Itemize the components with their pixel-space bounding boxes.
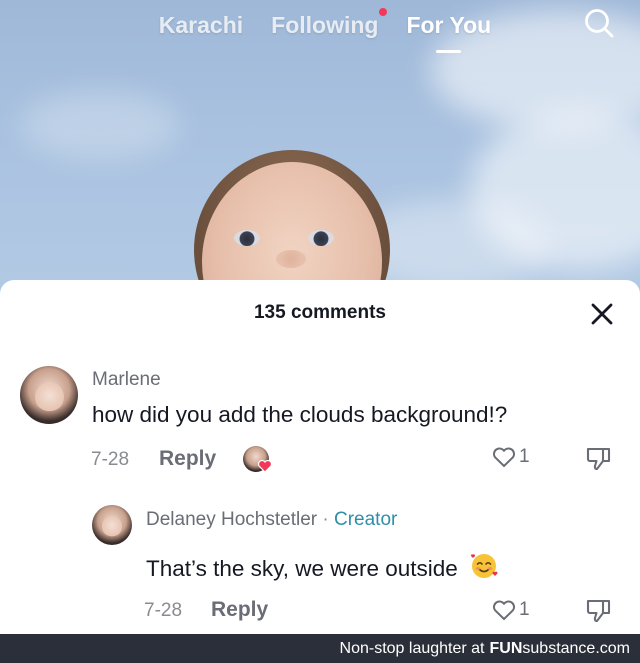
smiling-face-with-hearts-icon xyxy=(471,554,498,578)
tab-for-you[interactable]: For You xyxy=(406,12,491,53)
watermark-caption: Non-stop laughter at xyxy=(339,639,485,657)
watermark-brand-rest: substance.com xyxy=(522,639,630,657)
tab-karachi[interactable]: Karachi xyxy=(159,12,243,39)
avatar[interactable] xyxy=(92,505,132,545)
like-count: 1 xyxy=(519,599,530,620)
like-button[interactable]: 1 xyxy=(491,598,530,622)
heart-icon xyxy=(257,459,273,473)
like-button[interactable]: 1 xyxy=(491,445,530,469)
like-count: 1 xyxy=(519,446,530,467)
watermark-footer: Non-stop laughter at FUN substance.com xyxy=(0,634,640,663)
tab-following[interactable]: Following xyxy=(271,7,388,39)
comment-count: 135 comments xyxy=(253,302,386,323)
notification-dot xyxy=(379,7,388,16)
comments-header: 135 comments xyxy=(0,280,640,348)
search-icon[interactable] xyxy=(582,6,616,40)
tab-following-label: Following xyxy=(271,11,379,38)
reply-text-body: That’s the sky, we were outside xyxy=(146,556,458,581)
creator-badge: Creator xyxy=(333,509,398,530)
comment-date: 7-28 xyxy=(91,449,130,470)
feed-tabs: Karachi Following For You xyxy=(159,7,491,53)
reply-button[interactable]: Reply xyxy=(159,447,216,471)
top-navigation: Karachi Following For You xyxy=(0,0,640,53)
close-icon[interactable] xyxy=(588,300,616,328)
separator: · xyxy=(322,509,329,530)
heart-outline-icon xyxy=(493,447,515,467)
reply-button[interactable]: Reply xyxy=(211,598,268,622)
heart-outline-icon xyxy=(493,600,515,620)
dislike-icon[interactable] xyxy=(584,444,614,474)
reply-date: 7-28 xyxy=(144,600,183,621)
reply-username[interactable]: Delaney Hochstetler · Creator xyxy=(146,509,397,531)
avatar[interactable] xyxy=(20,366,78,424)
comment-username[interactable]: Marlene xyxy=(92,369,161,391)
reply-username-text: Delaney Hochstetler xyxy=(146,509,318,530)
dislike-icon[interactable] xyxy=(584,596,614,626)
watermark-brand-bold: FUN xyxy=(489,639,523,657)
reply-text: That’s the sky, we were outside xyxy=(146,552,498,582)
baby-head xyxy=(194,150,390,300)
comment-text: how did you add the clouds background!? xyxy=(92,402,508,427)
comments-panel: 135 comments Marlene how did you add the… xyxy=(0,280,640,634)
